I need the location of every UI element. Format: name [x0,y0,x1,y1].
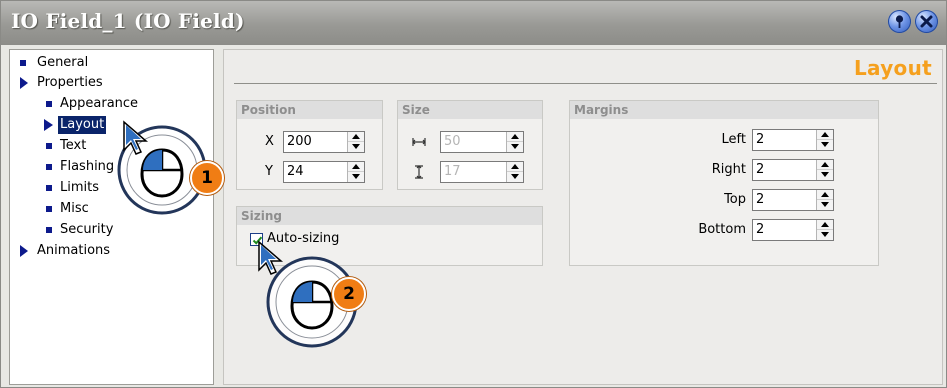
expand-triangle-icon [20,77,28,89]
size-header: Size [398,101,542,119]
height-stepper[interactable]: 17 [440,161,524,183]
selected-arrow-icon [44,119,53,131]
width-icon [412,131,426,153]
spin-down-button[interactable] [817,170,833,180]
spin-up-button[interactable] [817,190,833,200]
step-badge-2: 2 [332,277,366,311]
square-bullet-icon [20,60,26,66]
left-margin-label: Left [721,132,746,147]
tree-item-label: Security [60,222,114,237]
tree-item-label: Flashing [60,159,115,174]
right-margin-label: Right [711,162,746,177]
tree-item-label: Properties [37,75,103,90]
bottom-margin-label: Bottom [698,222,746,237]
step-badge-1: 1 [190,161,224,195]
expand-triangle-icon [20,245,28,257]
height-value: 17 [444,164,461,179]
spin-down-button[interactable] [348,142,364,152]
right-margin-value: 2 [756,162,765,177]
title-divider [234,83,937,84]
width-stepper[interactable]: 50 [440,131,524,153]
x-position-value: 200 [287,134,312,149]
panel-title: Layout [853,56,932,80]
square-bullet-icon [46,164,52,170]
spin-up-button[interactable] [348,162,364,172]
tree-item-label: Limits [60,180,99,195]
pin-icon[interactable] [888,10,911,33]
square-bullet-icon [46,101,52,107]
tree-item-label: General [37,55,89,70]
spin-arrows [506,162,523,182]
y-position-stepper[interactable]: 24 [283,161,365,183]
y-position-value: 24 [287,164,304,179]
spin-arrows [347,132,364,152]
spin-up-button[interactable] [817,130,833,140]
bottom-margin-value: 2 [756,222,765,237]
spin-up-button[interactable] [817,160,833,170]
spin-down-button[interactable] [817,230,833,240]
tree-item-label: Text [60,138,87,153]
spin-arrows [816,130,833,150]
right-margin-stepper[interactable]: 2 [752,159,834,181]
square-bullet-icon [46,206,52,212]
left-margin-value: 2 [756,132,765,147]
title-bar: IO Field_1 (IO Field) [1,1,946,45]
spin-down-button[interactable] [817,140,833,150]
x-label: X [265,134,274,149]
spin-down-button[interactable] [507,142,523,152]
spin-arrows [816,220,833,240]
position-group: Position X 200 Y 24 [236,100,383,190]
top-margin-label: Top [724,192,746,207]
spin-arrows [506,132,523,152]
top-margin-stepper[interactable]: 2 [752,189,834,211]
tree-item-label: Misc [60,201,89,216]
click-callout-2: 2 [255,238,377,356]
close-icon[interactable] [915,10,938,33]
window-title: IO Field_1 (IO Field) [11,9,245,33]
x-position-stepper[interactable]: 200 [283,131,365,153]
margins-group: Margins Left 2 Right 2 Top 2 Bottom 2 [569,100,879,266]
spin-up-button[interactable] [507,132,523,142]
spin-down-button[interactable] [817,200,833,210]
spin-down-button[interactable] [348,172,364,182]
bottom-margin-stepper[interactable]: 2 [752,219,834,241]
margins-header: Margins [570,101,878,119]
square-bullet-icon [46,185,52,191]
left-margin-stepper[interactable]: 2 [752,129,834,151]
tree-item-label: Animations [37,243,111,258]
spin-up-button[interactable] [507,162,523,172]
spin-arrows [347,162,364,182]
spin-down-button[interactable] [507,172,523,182]
tree-item-label-selected: Layout [58,116,107,134]
position-header: Position [237,101,382,119]
square-bullet-icon [46,227,52,233]
spin-arrows [816,160,833,180]
click-callout-1: 1 [112,110,234,224]
sizing-header: Sizing [237,207,542,225]
size-group: Size 50 17 [397,100,543,190]
top-margin-value: 2 [756,192,765,207]
spin-arrows [816,190,833,210]
y-label: Y [265,164,273,179]
spin-up-button[interactable] [817,220,833,230]
square-bullet-icon [46,143,52,149]
spin-up-button[interactable] [348,132,364,142]
height-icon [412,161,426,183]
width-value: 50 [444,134,461,149]
